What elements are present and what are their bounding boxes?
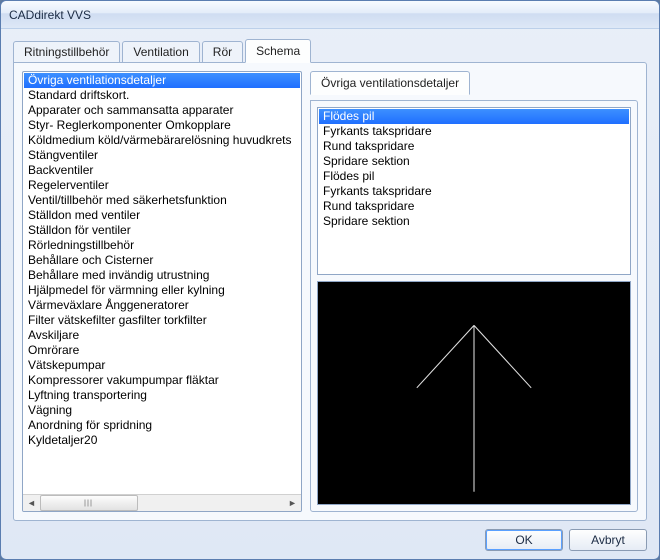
list-item[interactable]: Behållare med invändig utrustning: [24, 268, 300, 283]
list-item[interactable]: Flödes pil: [319, 109, 629, 124]
list-item[interactable]: Vägning: [24, 403, 300, 418]
ok-button[interactable]: OK: [485, 529, 563, 551]
tab-label: Rör: [213, 45, 232, 59]
list-item[interactable]: Behållare och Cisterner: [24, 253, 300, 268]
list-item[interactable]: Spridare sektion: [319, 214, 629, 229]
detail-panel: Flödes pilFyrkants takspridareRund taksp…: [310, 100, 638, 512]
scroll-left-arrow-icon[interactable]: ◄: [23, 495, 40, 512]
list-item[interactable]: Omrörare: [24, 343, 300, 358]
window-title: CADdirekt VVS: [9, 8, 91, 22]
list-item[interactable]: Hjälpmedel för värmning eller kylning: [24, 283, 300, 298]
tab-label: Ventilation: [133, 45, 188, 59]
list-item[interactable]: Vätskepumpar: [24, 358, 300, 373]
tab[interactable]: Ritningstillbehör: [13, 41, 120, 63]
list-item[interactable]: Köldmedium köld/värmebärarelösning huvud…: [24, 133, 300, 148]
list-item[interactable]: Fyrkants takspridare: [319, 124, 629, 139]
tab[interactable]: Schema: [245, 39, 311, 63]
tab[interactable]: Rör: [202, 41, 243, 63]
list-item[interactable]: Värmeväxlare Ånggeneratorer: [24, 298, 300, 313]
list-item[interactable]: Standard driftskort.: [24, 88, 300, 103]
detail-tabs: Övriga ventilationsdetaljer: [310, 71, 638, 95]
list-item[interactable]: Stängventiler: [24, 148, 300, 163]
list-item[interactable]: Rund takspridare: [319, 199, 629, 214]
list-item[interactable]: Lyftning transportering: [24, 388, 300, 403]
detail-column: Övriga ventilationsdetaljer Flödes pilFy…: [310, 71, 638, 512]
flow-arrow-icon: [318, 282, 630, 504]
tab[interactable]: Ventilation: [122, 41, 199, 63]
list-item[interactable]: Rund takspridare: [319, 139, 629, 154]
list-item[interactable]: Ventil/tillbehör med säkerhetsfunktion: [24, 193, 300, 208]
category-listbox[interactable]: Övriga ventilationsdetaljerStandard drif…: [22, 71, 302, 512]
dialog-content: Ritningstillbehör Ventilation Rör Schema Öv…: [1, 29, 659, 559]
detail-tab-label: Övriga ventilationsdetaljer: [321, 76, 459, 90]
cancel-button[interactable]: Avbryt: [569, 529, 647, 551]
detail-tab[interactable]: Övriga ventilationsdetaljer: [310, 71, 470, 95]
list-item[interactable]: Filter vätskefilter gasfilter torkfilter: [24, 313, 300, 328]
list-item[interactable]: Rörledningstillbehör: [24, 238, 300, 253]
list-item[interactable]: Spridare sektion: [319, 154, 629, 169]
list-item[interactable]: Ställdon för ventiler: [24, 223, 300, 238]
titlebar[interactable]: CADdirekt VVS: [1, 1, 659, 29]
list-item[interactable]: Styr- Reglerkomponenter Omkopplare: [24, 118, 300, 133]
list-item[interactable]: Kompressorer vakumpumpar fläktar: [24, 373, 300, 388]
list-item[interactable]: Ställdon med ventiler: [24, 208, 300, 223]
tabpanel-schema: Övriga ventilationsdetaljerStandard drif…: [13, 62, 647, 521]
horizontal-scrollbar[interactable]: ◄ ►: [23, 494, 301, 511]
preview-canvas: [317, 281, 631, 505]
scroll-thumb[interactable]: [40, 495, 138, 511]
cancel-button-label: Avbryt: [591, 533, 625, 547]
list-item[interactable]: Kyldetaljer20: [24, 433, 300, 448]
dialog-window: CADdirekt VVS Ritningstillbehör Ventilati…: [0, 0, 660, 560]
list-item[interactable]: Anordning för spridning: [24, 418, 300, 433]
list-item[interactable]: Fyrkants takspridare: [319, 184, 629, 199]
list-item[interactable]: Apparater och sammansatta apparater: [24, 103, 300, 118]
list-item[interactable]: Övriga ventilationsdetaljer: [24, 73, 300, 88]
ok-button-label: OK: [515, 533, 532, 547]
scroll-right-arrow-icon[interactable]: ►: [284, 495, 301, 512]
tab-label: Ritningstillbehör: [24, 45, 109, 59]
category-column: Övriga ventilationsdetaljerStandard drif…: [22, 71, 302, 512]
list-item[interactable]: Regelerventiler: [24, 178, 300, 193]
detail-listbox[interactable]: Flödes pilFyrkants takspridareRund taksp…: [317, 107, 631, 275]
main-tabs: Ritningstillbehör Ventilation Rör Schema: [13, 39, 647, 63]
list-item[interactable]: Flödes pil: [319, 169, 629, 184]
list-item[interactable]: Backventiler: [24, 163, 300, 178]
tab-label: Schema: [256, 44, 300, 58]
button-row: OK Avbryt: [13, 521, 647, 551]
scroll-track[interactable]: [40, 495, 284, 511]
list-item[interactable]: Avskiljare: [24, 328, 300, 343]
